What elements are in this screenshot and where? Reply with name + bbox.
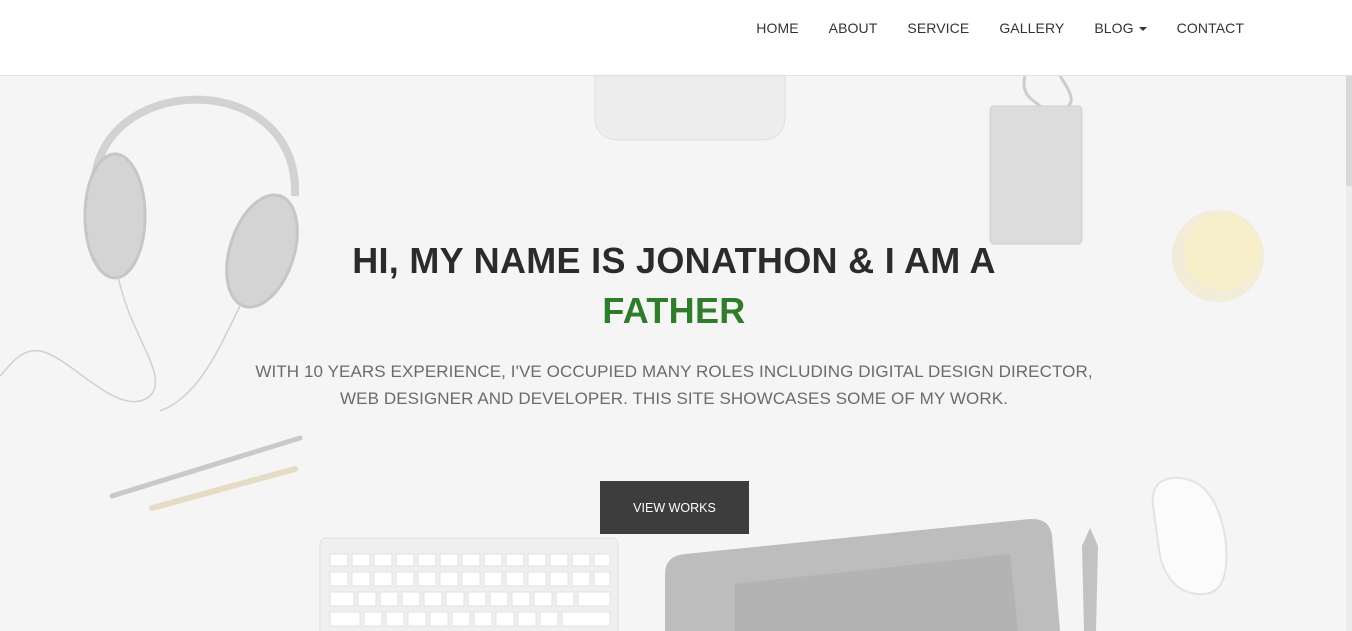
- nav-item-about-label: ABOUT: [828, 20, 878, 36]
- nav-item-service[interactable]: SERVICE: [907, 20, 969, 36]
- nav-item-gallery-label: GALLERY: [999, 20, 1065, 36]
- desk-background-image: [0, 76, 1264, 631]
- scrollbar-thumb[interactable]: [1346, 76, 1352, 186]
- top-navbar: HOME ABOUT SERVICE GALLERY BLOG CONTACT: [0, 0, 1352, 76]
- hero-heading-text: HI, MY NAME IS JONATHON & I AM A: [352, 240, 996, 281]
- nav-item-home[interactable]: HOME: [756, 20, 798, 36]
- nav-item-gallery[interactable]: GALLERY: [999, 20, 1064, 36]
- caret-down-icon: [1138, 26, 1147, 31]
- stylus-icon: [1082, 528, 1098, 631]
- view-works-button[interactable]: VIEW WORKS: [600, 481, 749, 534]
- nav-menu: HOME ABOUT SERVICE GALLERY BLOG CONTACT: [726, 0, 1244, 56]
- nav-item-about[interactable]: ABOUT: [829, 20, 878, 36]
- scrollbar[interactable]: [1346, 76, 1352, 631]
- hard-drive-icon: [989, 76, 1083, 245]
- hero-section: HI, MY NAME IS JONATHON & I AM A FATHER …: [0, 76, 1352, 631]
- keyboard-icon: [319, 537, 619, 631]
- pencils-icon: [109, 435, 303, 511]
- hero-description-line-1: WITH 10 YEARS EXPERIENCE, I'VE OCCUPIED …: [255, 362, 1093, 381]
- hero-heading: HI, MY NAME IS JONATHON & I AM A FATHER: [0, 236, 1348, 336]
- hero-description-line-2: WEB DESIGNER AND DEVELOPER. THIS SITE SH…: [340, 389, 1008, 408]
- monitor-stand-icon: [594, 76, 786, 141]
- nav-item-blog-label: BLOG: [1094, 20, 1134, 36]
- nav-item-home-label: HOME: [756, 20, 799, 36]
- nav-item-contact-label: CONTACT: [1176, 20, 1244, 36]
- mouse-icon: [1151, 476, 1228, 596]
- hero-description: WITH 10 YEARS EXPERIENCE, I'VE OCCUPIED …: [250, 358, 1098, 412]
- nav-item-service-label: SERVICE: [907, 20, 970, 36]
- tablet-icon: [665, 518, 1060, 631]
- hero-role-text: FATHER: [602, 290, 746, 331]
- nav-item-blog[interactable]: BLOG: [1094, 20, 1147, 36]
- nav-item-contact[interactable]: CONTACT: [1177, 20, 1244, 36]
